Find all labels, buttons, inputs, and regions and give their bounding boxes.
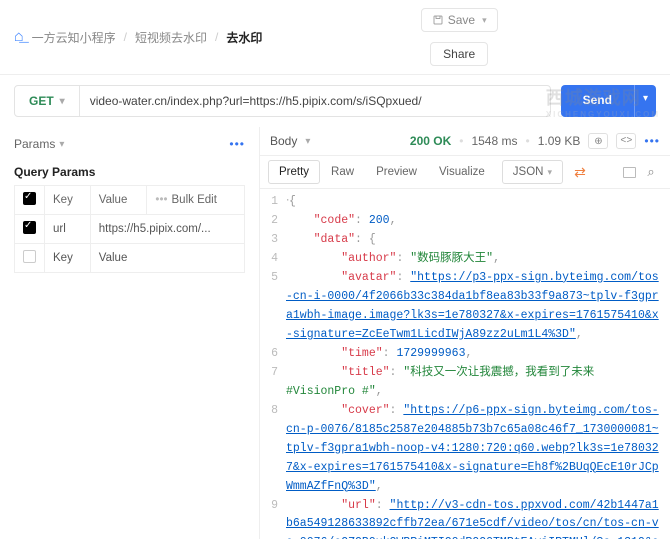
tab-visualize[interactable]: Visualize — [428, 160, 496, 184]
response-body[interactable]: 1ᐧ{ 2 "code": 200, 3 "data": { 4 "author… — [260, 189, 670, 539]
more-icon[interactable]: ••• — [229, 137, 245, 151]
breadcrumb-root[interactable]: 一方云知小程序 — [32, 29, 116, 46]
param-key-ph[interactable]: Key — [45, 244, 91, 273]
col-value: Value — [90, 186, 147, 215]
breadcrumb-folder[interactable]: 短视频去水印 — [135, 29, 207, 46]
table-row: Key Value — [15, 244, 245, 273]
chevron-down-icon: ▾ — [547, 167, 552, 178]
tab-preview[interactable]: Preview — [365, 160, 428, 184]
tab-raw[interactable]: Raw — [320, 160, 365, 184]
tab-pretty[interactable]: Pretty — [268, 160, 320, 184]
query-params-title: Query Params — [14, 165, 245, 179]
chevron-down-icon: ▾ — [305, 136, 310, 147]
params-tab[interactable]: Params — [14, 137, 55, 151]
url-input[interactable]: video-water.cn/index.php?url=https://h5.… — [80, 86, 550, 116]
status-code: 200 OK — [410, 134, 451, 148]
network-icon[interactable]: ⊕ — [588, 133, 608, 149]
save-label: Save — [448, 13, 475, 27]
breadcrumb-current: 去水印 — [226, 29, 262, 46]
body-tab[interactable]: Body — [270, 134, 297, 148]
more-icon[interactable]: ••• — [644, 134, 660, 148]
save-icon — [432, 14, 444, 26]
chevron-down-icon: ▾ — [59, 139, 64, 150]
share-button[interactable]: Share — [430, 42, 488, 66]
response-time: 1548 ms — [471, 134, 517, 148]
param-value[interactable]: https://h5.pipix.com/... — [90, 215, 244, 244]
format-label: JSON — [513, 166, 544, 178]
checkbox-row[interactable] — [23, 221, 36, 234]
col-bulk: •••Bulk Edit — [147, 186, 245, 215]
search-icon[interactable]: ⌕ — [640, 162, 662, 182]
url-bar: GET ▾ video-water.cn/index.php?url=https… — [14, 85, 551, 117]
save-button[interactable]: Save ▾ — [421, 8, 498, 32]
format-select[interactable]: JSON ▾ — [502, 160, 563, 184]
table-row: url https://h5.pipix.com/... — [15, 215, 245, 244]
wrap-icon[interactable]: ⇄ — [569, 162, 591, 182]
method-select[interactable]: GET ▾ — [15, 86, 80, 116]
breadcrumb: 一方云知小程序 / 短视频去水印 / 去水印 — [32, 29, 263, 46]
query-params-table: Key Value •••Bulk Edit url https://h5.pi… — [14, 185, 245, 273]
checkbox-all[interactable] — [23, 192, 36, 205]
col-key: Key — [45, 186, 91, 215]
response-size: 1.09 KB — [538, 134, 581, 148]
copy-icon[interactable] — [618, 162, 640, 182]
chevron-down-icon: ▾ — [60, 96, 65, 107]
send-button[interactable]: Send — [561, 85, 634, 117]
logo-icon: ⌂̲ — [14, 28, 24, 46]
method-label: GET — [29, 94, 54, 108]
param-key[interactable]: url — [45, 215, 91, 244]
code-icon[interactable]: <> — [616, 133, 636, 149]
param-value-ph[interactable]: Value — [90, 244, 244, 273]
send-dropdown[interactable]: ▾ — [634, 85, 656, 117]
checkbox-row-empty[interactable] — [23, 250, 36, 263]
